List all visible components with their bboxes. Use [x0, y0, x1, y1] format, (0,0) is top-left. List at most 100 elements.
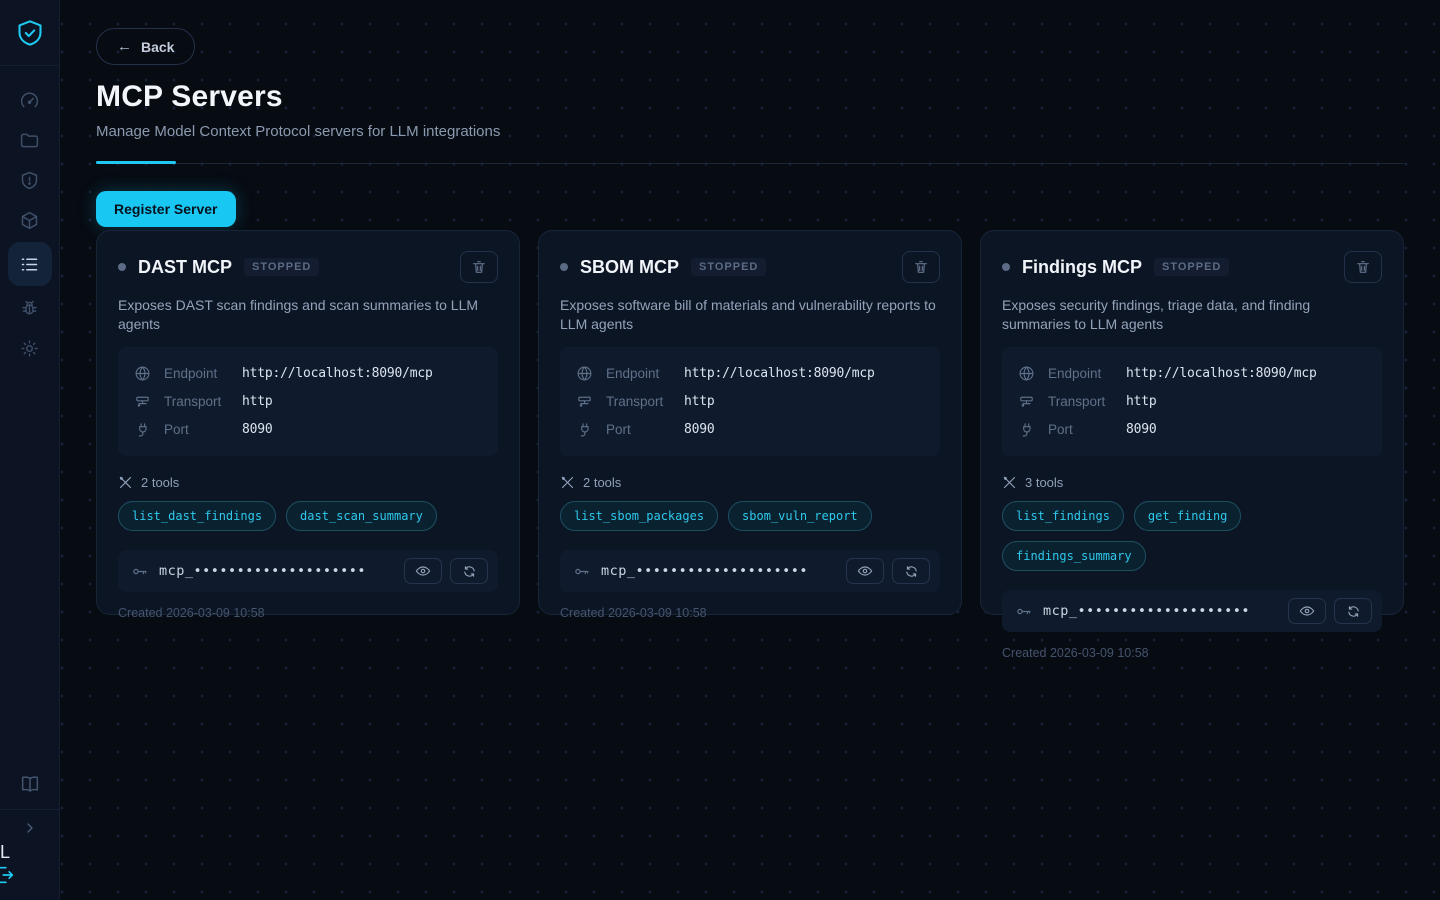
sidebar-item-packages[interactable]: [8, 202, 52, 238]
server-card-dast: DAST MCP STOPPED Exposes DAST scan findi…: [96, 230, 520, 615]
key-icon: [573, 563, 590, 580]
api-key-masked: mcp_••••••••••••••••••••: [159, 563, 366, 579]
sidebar-item-vulnerabilities[interactable]: [8, 162, 52, 198]
transport-label: Transport: [1048, 394, 1126, 409]
register-server-button[interactable]: Register Server: [96, 191, 236, 227]
api-key-masked: mcp_••••••••••••••••••••: [1043, 603, 1250, 619]
logout-icon[interactable]: [0, 864, 16, 886]
transport-icon: [134, 393, 152, 410]
globe-icon: [1018, 365, 1036, 382]
transport-icon: [576, 393, 594, 410]
status-dot: [560, 263, 568, 271]
rotate-icon: [1346, 604, 1361, 619]
server-name: DAST MCP: [138, 257, 232, 278]
api-key-row: mcp_••••••••••••••••••••: [1002, 590, 1382, 632]
list-icon: [19, 254, 40, 275]
globe-icon: [576, 365, 594, 382]
plug-icon: [576, 421, 594, 438]
transport-value: http: [242, 394, 273, 409]
transport-label: Transport: [606, 394, 684, 409]
back-arrow-icon: ←: [117, 38, 132, 55]
server-name: Findings MCP: [1022, 257, 1142, 278]
logout-label-partial: L: [0, 842, 10, 863]
rotate-key-button[interactable]: [892, 558, 930, 584]
status-badge: STOPPED: [691, 258, 766, 276]
main-content: ← Back MCP Servers Manage Model Context …: [60, 0, 1440, 900]
delete-server-button[interactable]: [1344, 251, 1382, 283]
sidebar-item-projects[interactable]: [8, 122, 52, 158]
back-button[interactable]: ← Back: [96, 28, 195, 65]
tool-tag: list_dast_findings: [118, 501, 276, 531]
rotate-icon: [904, 564, 919, 579]
shield-check-icon: [16, 19, 44, 47]
sidebar-item-mcp-servers[interactable]: [8, 242, 52, 286]
sidebar: L: [0, 0, 60, 900]
sidebar-nav: [8, 82, 52, 366]
book-open-icon: [19, 773, 41, 795]
key-icon: [1015, 603, 1032, 620]
sidebar-item-settings[interactable]: [8, 330, 52, 366]
port-label: Port: [606, 422, 684, 437]
tools-count-label: 2 tools: [583, 475, 621, 490]
gauge-icon: [19, 90, 40, 111]
reveal-key-button[interactable]: [404, 558, 442, 584]
package-icon: [19, 210, 40, 231]
server-description: Exposes DAST scan findings and scan summ…: [118, 296, 498, 334]
tool-tags: list_dast_findings dast_scan_summary: [118, 501, 498, 531]
sidebar-collapse-button[interactable]: [0, 809, 59, 840]
port-label: Port: [164, 422, 242, 437]
tools-count: 3 tools: [1002, 475, 1382, 490]
server-config-panel: Endpoint http://localhost:8090/mcp Trans…: [118, 347, 498, 456]
tool-tag: list_findings: [1002, 501, 1124, 531]
tools-count: 2 tools: [560, 475, 940, 490]
eye-icon: [415, 563, 431, 579]
status-dot: [1002, 263, 1010, 271]
card-header: Findings MCP STOPPED: [1002, 251, 1382, 283]
shield-alert-icon: [19, 170, 40, 191]
trash-icon: [1355, 259, 1371, 275]
port-value: 8090: [1126, 422, 1157, 437]
created-timestamp: Created 2026-03-09 10:58: [560, 606, 940, 620]
tool-tag: sbom_vuln_report: [728, 501, 872, 531]
tools-count: 2 tools: [118, 475, 498, 490]
endpoint-row: Endpoint http://localhost:8090/mcp: [576, 359, 924, 387]
endpoint-value: http://localhost:8090/mcp: [242, 366, 433, 381]
api-key-row: mcp_••••••••••••••••••••: [118, 550, 498, 592]
server-card-findings: Findings MCP STOPPED Exposes security fi…: [980, 230, 1404, 615]
tools-icon: [1002, 475, 1017, 490]
transport-row: Transport http: [1018, 387, 1366, 415]
server-name: SBOM MCP: [580, 257, 679, 278]
trash-icon: [913, 259, 929, 275]
server-cards: DAST MCP STOPPED Exposes DAST scan findi…: [96, 230, 1404, 615]
key-icon: [131, 563, 148, 580]
port-row: Port 8090: [576, 415, 924, 443]
tool-tags: list_sbom_packages sbom_vuln_report: [560, 501, 940, 531]
tools-count-label: 3 tools: [1025, 475, 1063, 490]
status-badge: STOPPED: [244, 258, 319, 276]
card-header: SBOM MCP STOPPED: [560, 251, 940, 283]
reveal-key-button[interactable]: [1288, 598, 1326, 624]
docs-button[interactable]: [19, 765, 41, 809]
rotate-icon: [462, 564, 477, 579]
rotate-key-button[interactable]: [450, 558, 488, 584]
delete-server-button[interactable]: [460, 251, 498, 283]
sidebar-item-bugs[interactable]: [8, 290, 52, 326]
tool-tag: dast_scan_summary: [286, 501, 437, 531]
rotate-key-button[interactable]: [1334, 598, 1372, 624]
api-key-row: mcp_••••••••••••••••••••: [560, 550, 940, 592]
delete-server-button[interactable]: [902, 251, 940, 283]
sidebar-item-dashboard[interactable]: [8, 82, 52, 118]
api-key-masked: mcp_••••••••••••••••••••: [601, 563, 808, 579]
port-row: Port 8090: [134, 415, 482, 443]
sidebar-bottom: L: [0, 765, 59, 900]
gear-icon: [19, 338, 40, 359]
folder-icon: [19, 130, 40, 151]
server-card-sbom: SBOM MCP STOPPED Exposes software bill o…: [538, 230, 962, 615]
page-title: MCP Servers: [96, 80, 1404, 114]
endpoint-row: Endpoint http://localhost:8090/mcp: [1018, 359, 1366, 387]
app-logo: [0, 0, 59, 66]
endpoint-label: Endpoint: [1048, 366, 1126, 381]
reveal-key-button[interactable]: [846, 558, 884, 584]
status-badge: STOPPED: [1154, 258, 1229, 276]
transport-row: Transport http: [576, 387, 924, 415]
